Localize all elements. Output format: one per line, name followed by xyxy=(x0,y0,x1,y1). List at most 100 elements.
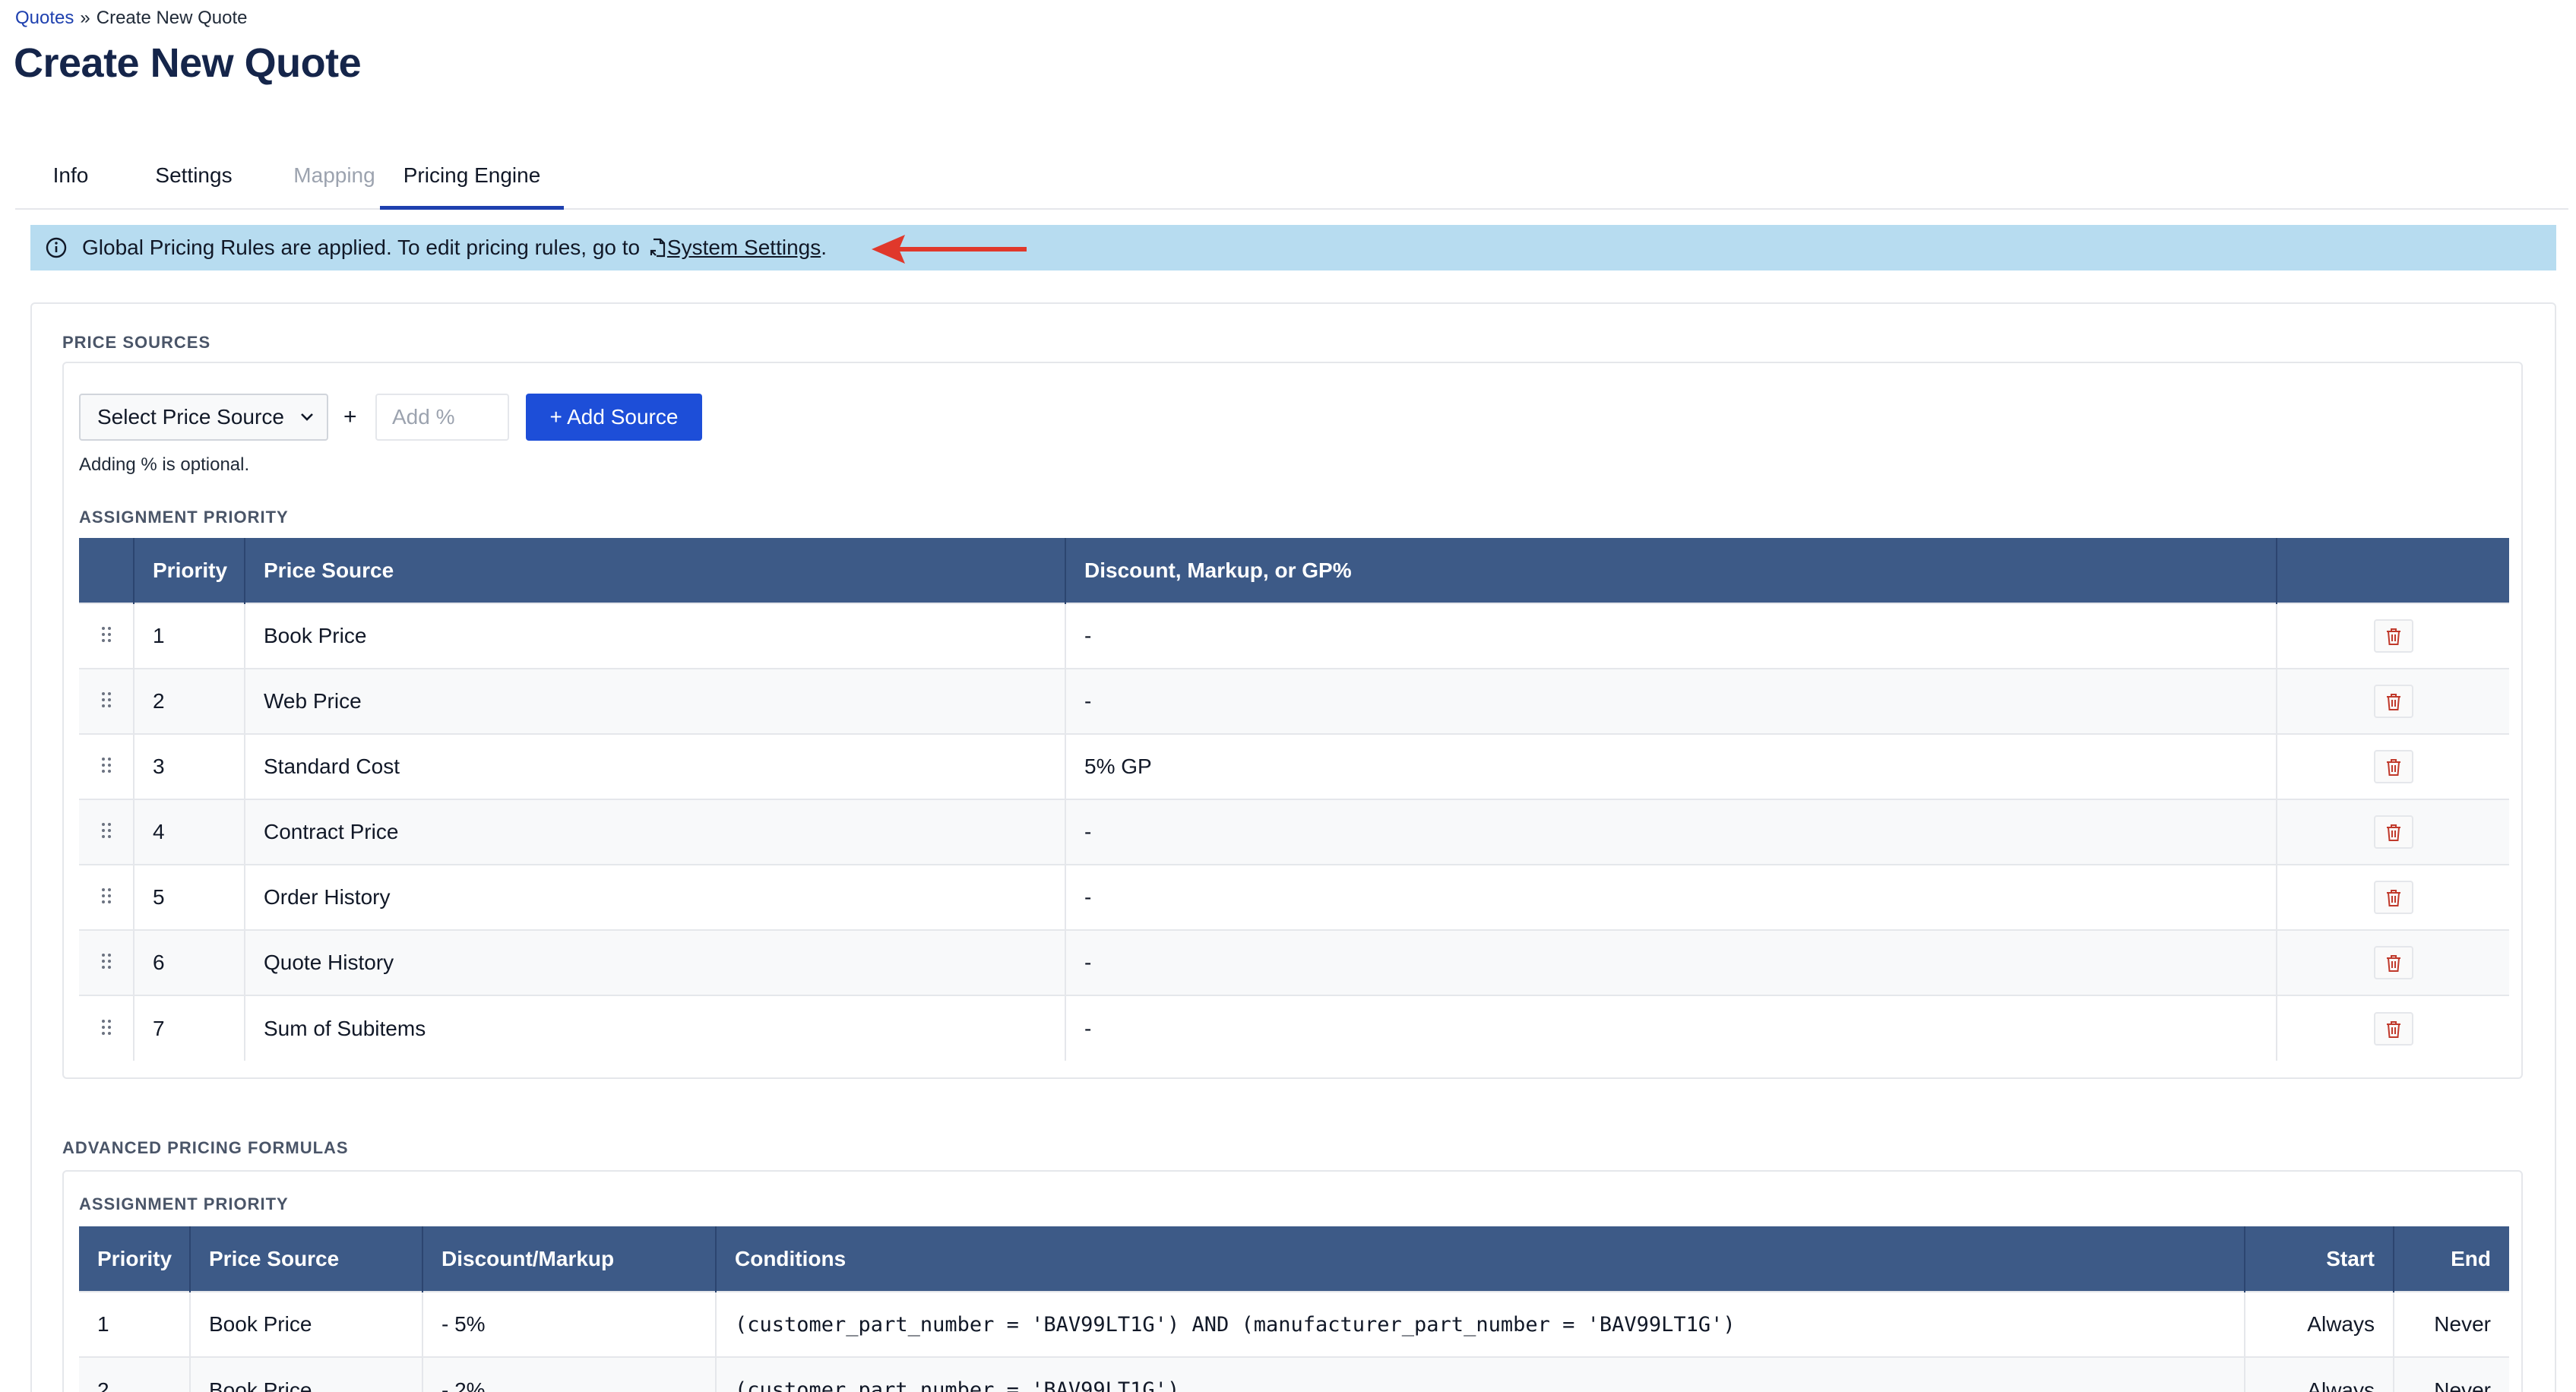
price-source-cell: Web Price xyxy=(245,668,1066,734)
tab-pricing-engine[interactable]: Pricing Engine xyxy=(380,152,564,210)
discount-cell: - 5% xyxy=(422,1291,717,1357)
actions-cell xyxy=(2277,929,2509,995)
info-banner: Global Pricing Rules are applied. To edi… xyxy=(30,225,2556,270)
drag-handle-icon[interactable] xyxy=(79,929,134,995)
assignment-priority-heading: ASSIGNMENT PRIORITY xyxy=(79,508,289,527)
table-row: 2 Book Price - 2% (customer_part_number = '… xyxy=(79,1356,2509,1392)
add-source-button[interactable]: + Add Source xyxy=(526,394,702,441)
banner-trailing: . xyxy=(821,236,827,259)
trash-icon xyxy=(2386,890,2400,906)
priority-cell: 2 xyxy=(134,668,245,734)
column-header-end: End xyxy=(2394,1226,2509,1292)
column-header-priority: Priority xyxy=(134,538,245,603)
actions-cell xyxy=(2277,864,2509,930)
table-row: 4 Contract Price - xyxy=(79,799,2509,865)
price-source-select[interactable]: Select Price Source xyxy=(79,394,328,441)
price-source-select-label: Select Price Source xyxy=(97,405,284,429)
priority-cell: 5 xyxy=(134,864,245,930)
adjustment-cell: - xyxy=(1065,929,2277,995)
drag-handle-icon[interactable] xyxy=(79,799,134,865)
price-source-cell: Book Price xyxy=(190,1291,423,1357)
adjustment-cell: 5% GP xyxy=(1065,733,2277,799)
column-header-price-source: Price Source xyxy=(245,538,1066,603)
column-header-actions xyxy=(2277,538,2509,603)
adjustment-cell: - xyxy=(1065,603,2277,669)
info-circle-icon xyxy=(46,237,67,258)
delete-button[interactable] xyxy=(2373,619,2413,653)
priority-cell: 3 xyxy=(134,733,245,799)
drag-handle-icon[interactable] xyxy=(79,864,134,930)
chevron-down-icon xyxy=(301,413,313,421)
end-cell: Never xyxy=(2394,1356,2509,1392)
breadcrumb-current: Create New Quote xyxy=(96,8,248,28)
actions-cell xyxy=(2277,733,2509,799)
system-settings-link[interactable]: System Settings xyxy=(667,236,821,259)
start-cell: Always xyxy=(2245,1356,2394,1392)
price-source-cell: Sum of Subitems xyxy=(245,995,1066,1061)
trash-icon xyxy=(2386,1020,2400,1038)
actions-cell xyxy=(2277,668,2509,734)
actions-cell xyxy=(2277,799,2509,865)
drag-handle-icon[interactable] xyxy=(79,668,134,734)
drag-handle-icon[interactable] xyxy=(79,603,134,669)
adjustment-cell: - xyxy=(1065,668,2277,734)
price-sources-heading: PRICE SOURCES xyxy=(62,333,211,352)
column-header-start: Start xyxy=(2245,1226,2394,1292)
discount-cell: - 2% xyxy=(422,1356,717,1392)
table-row: 2 Web Price - xyxy=(79,668,2509,734)
price-source-cell: Standard Cost xyxy=(245,733,1066,799)
drag-handle-icon[interactable] xyxy=(79,733,134,799)
trash-icon xyxy=(2386,759,2400,776)
table-header-row: Priority Price Source Discount, Markup, … xyxy=(79,538,2509,603)
column-header-priority: Priority xyxy=(79,1226,191,1292)
table-row: 1 Book Price - 5% (customer_part_number = '… xyxy=(79,1291,2509,1357)
tab-bar: Info Settings Mapping Pricing Engine xyxy=(15,152,2568,210)
priority-cell: 4 xyxy=(134,799,245,865)
trash-icon xyxy=(2386,824,2400,841)
price-sources-table: Priority Price Source Discount, Markup, … xyxy=(79,538,2509,1061)
banner-text: Global Pricing Rules are applied. To edi… xyxy=(82,236,641,259)
column-header-conditions: Conditions xyxy=(716,1226,2245,1292)
breadcrumb-separator: » xyxy=(80,8,90,28)
actions-cell xyxy=(2277,995,2509,1061)
tab-info[interactable]: Info xyxy=(30,152,111,210)
document-link-icon xyxy=(650,238,666,258)
advanced-assignment-priority-heading: ASSIGNMENT PRIORITY xyxy=(79,1194,289,1213)
delete-button[interactable] xyxy=(2373,946,2413,979)
table-row: 5 Order History - xyxy=(79,864,2509,930)
delete-button[interactable] xyxy=(2373,1011,2413,1046)
breadcrumb-link-quotes[interactable]: Quotes xyxy=(15,8,74,28)
delete-button[interactable] xyxy=(2373,815,2413,849)
price-source-cell: Quote History xyxy=(245,929,1066,995)
add-percent-input[interactable] xyxy=(375,394,509,441)
priority-cell: 2 xyxy=(79,1356,191,1392)
red-arrow-annotation xyxy=(872,235,1027,264)
priority-cell: 7 xyxy=(134,995,245,1061)
plus-separator: + xyxy=(343,404,357,429)
priority-cell: 1 xyxy=(79,1291,191,1357)
adjustment-cell: - xyxy=(1065,864,2277,930)
actions-cell xyxy=(2277,603,2509,669)
trash-icon xyxy=(2386,694,2400,710)
priority-cell: 1 xyxy=(134,603,245,669)
advanced-formulas-heading: ADVANCED PRICING FORMULAS xyxy=(62,1138,349,1157)
price-source-cell: Order History xyxy=(245,864,1066,930)
delete-button[interactable] xyxy=(2373,881,2413,914)
column-header-drag xyxy=(79,538,134,603)
priority-cell: 6 xyxy=(134,929,245,995)
adjustment-cell: - xyxy=(1065,995,2277,1061)
drag-handle-icon[interactable] xyxy=(79,995,134,1061)
delete-button[interactable] xyxy=(2373,685,2413,718)
trash-icon xyxy=(2386,955,2400,972)
table-row: 7 Sum of Subitems - xyxy=(79,995,2509,1061)
trash-icon xyxy=(2386,628,2400,645)
breadcrumb: Quotes » Create New Quote xyxy=(15,8,248,29)
column-header-adjustment: Discount, Markup, or GP% xyxy=(1065,538,2277,603)
table-row: 1 Book Price - xyxy=(79,603,2509,669)
conditions-cell: (customer_part_number = 'BAV99LT1G') AND… xyxy=(716,1291,2245,1357)
price-source-cell: Book Price xyxy=(190,1356,423,1392)
advanced-formulas-table: Priority Price Source Discount/Markup Co… xyxy=(79,1226,2509,1392)
table-header-row: Priority Price Source Discount/Markup Co… xyxy=(79,1226,2509,1292)
tab-settings[interactable]: Settings xyxy=(129,152,258,210)
delete-button[interactable] xyxy=(2373,750,2413,783)
